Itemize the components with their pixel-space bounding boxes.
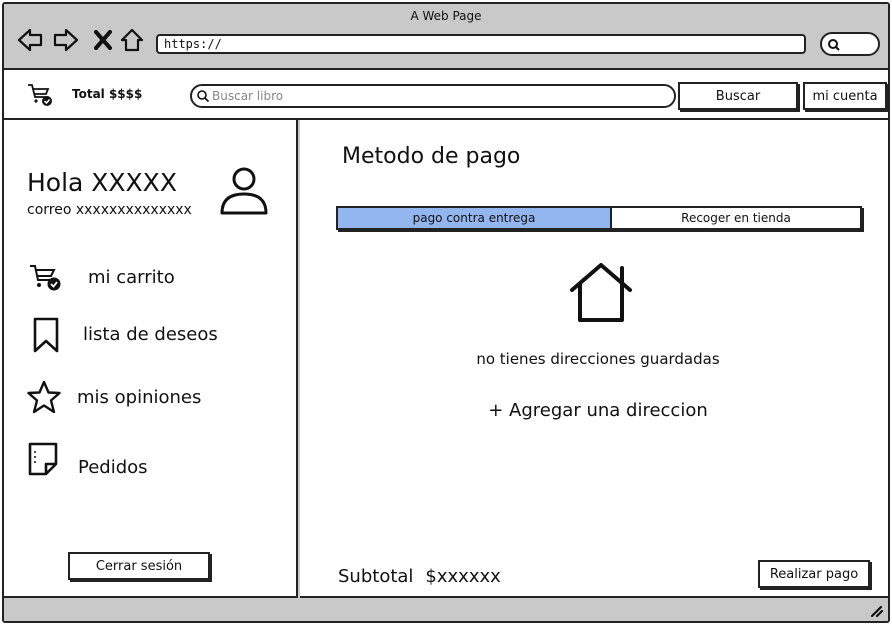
status-bar bbox=[4, 598, 888, 621]
account-button[interactable]: mi cuenta bbox=[803, 82, 887, 110]
note-icon bbox=[24, 440, 64, 480]
tab-cash-on-delivery[interactable]: pago contra entrega bbox=[338, 208, 612, 228]
subtotal-label: Subtotal bbox=[338, 566, 414, 587]
star-icon bbox=[24, 378, 64, 418]
sidebar-item-cart[interactable]: mi carrito bbox=[24, 258, 284, 298]
sidebar-item-reviews[interactable]: mis opiniones bbox=[24, 378, 284, 418]
page-title: Metodo de pago bbox=[342, 144, 521, 169]
home-icon[interactable] bbox=[118, 26, 146, 54]
search-icon bbox=[197, 90, 210, 103]
forward-icon[interactable] bbox=[52, 26, 80, 54]
add-address-link[interactable]: + Agregar una direccion bbox=[300, 400, 892, 421]
logout-button[interactable]: Cerrar sesión bbox=[68, 552, 210, 580]
subtotal: Subtotal $xxxxxx bbox=[338, 566, 501, 587]
back-icon[interactable] bbox=[16, 26, 44, 54]
window-title: A Web Page bbox=[410, 9, 482, 23]
user-email: correo xxxxxxxxxxxxxx bbox=[27, 202, 192, 218]
search-button[interactable]: Buscar bbox=[678, 82, 798, 110]
sidebar-item-orders[interactable]: Pedidos bbox=[24, 440, 284, 480]
browser-window: A Web Page https:// Total $$$$ Buscar li… bbox=[2, 2, 890, 623]
cart-total: Total $$$$ bbox=[72, 87, 143, 101]
subtotal-value: $xxxxxx bbox=[425, 566, 501, 587]
sidebar-item-label: lista de deseos bbox=[83, 324, 218, 345]
pay-button[interactable]: Realizar pago bbox=[758, 560, 870, 588]
sidebar-item-label: mi carrito bbox=[88, 267, 175, 288]
search-icon bbox=[828, 39, 840, 51]
url-bar[interactable]: https:// bbox=[156, 34, 806, 54]
title-bar: A Web Page https:// bbox=[4, 4, 888, 70]
browser-search-field[interactable] bbox=[820, 32, 880, 56]
cart-check-icon[interactable] bbox=[26, 82, 54, 112]
user-icon bbox=[218, 164, 270, 220]
close-icon[interactable] bbox=[90, 26, 118, 54]
payment-panel: Metodo de pago pago contra entrega Recog… bbox=[300, 120, 888, 598]
sidebar: Hola XXXXX correo xxxxxxxxxxxxxx mi carr… bbox=[4, 120, 298, 598]
book-search[interactable] bbox=[190, 84, 676, 108]
sidebar-item-label: mis opiniones bbox=[77, 387, 202, 408]
resize-handle-icon[interactable] bbox=[868, 602, 884, 621]
search-input[interactable] bbox=[212, 87, 652, 105]
house-icon bbox=[568, 262, 634, 328]
bookmark-icon bbox=[24, 315, 64, 355]
cart-check-icon bbox=[24, 258, 64, 298]
tab-store-pickup[interactable]: Recoger en tienda bbox=[612, 208, 860, 228]
sidebar-item-label: Pedidos bbox=[78, 457, 148, 478]
empty-address-message: no tienes direcciones guardadas bbox=[476, 350, 720, 368]
sidebar-item-wishlist[interactable]: lista de deseos bbox=[24, 315, 284, 355]
payment-tabs: pago contra entrega Recoger en tienda bbox=[336, 206, 862, 230]
app-header: Total $$$$ Buscar mi cuenta bbox=[4, 70, 888, 120]
greeting: Hola XXXXX bbox=[27, 168, 177, 197]
